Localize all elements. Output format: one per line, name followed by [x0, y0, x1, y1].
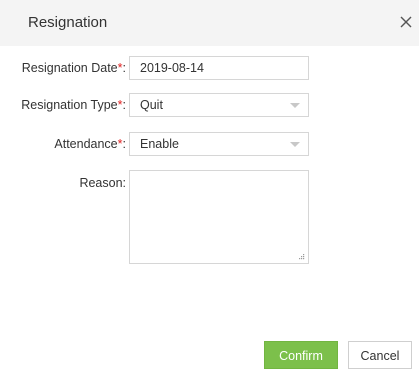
- confirm-button[interactable]: Confirm: [264, 341, 338, 369]
- resignation-date-value: 2019-08-14: [140, 61, 204, 75]
- cancel-button[interactable]: Cancel: [348, 341, 412, 369]
- reason-textarea[interactable]: [129, 170, 309, 264]
- reason-label: Reason:: [79, 176, 126, 190]
- resignation-date-field[interactable]: 2019-08-14: [129, 56, 309, 80]
- attendance-value: Enable: [140, 137, 179, 151]
- attendance-row: Attendance*: Enable: [0, 132, 419, 156]
- chevron-down-icon: [290, 103, 300, 108]
- attendance-select[interactable]: Enable: [129, 132, 309, 156]
- resignation-date-label: Resignation Date*:: [21, 61, 126, 75]
- resize-grip-icon[interactable]: [299, 254, 305, 260]
- chevron-down-icon: [290, 142, 300, 147]
- resignation-type-value: Quit: [140, 98, 163, 112]
- dialog-title: Resignation: [28, 14, 108, 31]
- resignation-dialog: Resignation Resignation Date*: 2019-08-1…: [0, 0, 419, 371]
- close-button[interactable]: [395, 11, 417, 33]
- resignation-type-select[interactable]: Quit: [129, 93, 309, 117]
- close-icon: [400, 16, 412, 28]
- dialog-header: Resignation: [0, 0, 419, 46]
- resignation-date-row: Resignation Date*: 2019-08-14: [0, 56, 419, 80]
- attendance-label: Attendance*:: [54, 137, 126, 151]
- resignation-type-row: Resignation Type*: Quit: [0, 93, 419, 117]
- resignation-type-label: Resignation Type*:: [21, 98, 126, 112]
